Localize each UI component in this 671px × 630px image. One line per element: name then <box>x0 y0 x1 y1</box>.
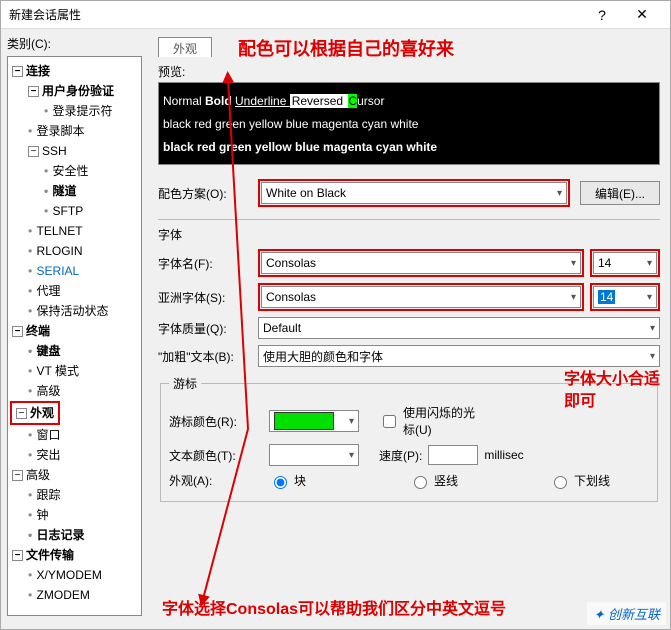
preview-area: Normal Bold Underline Reversed Cursor bl… <box>158 82 660 165</box>
close-button[interactable]: ✕ <box>622 6 662 23</box>
scheme-select[interactable]: White on Black▾ <box>261 182 567 204</box>
tree-telnet[interactable]: TELNET <box>10 221 139 241</box>
cursor-color-label: 游标颜色(R): <box>169 413 269 430</box>
color-swatch <box>274 412 334 430</box>
help-button[interactable]: ? <box>582 7 622 23</box>
annotation-top: 配色可以根据自己的喜好来 <box>238 35 454 61</box>
tree-serial[interactable]: SERIAL <box>10 261 139 281</box>
annotation-right: 字体大小合适即可 <box>564 369 664 413</box>
speed-label: 速度(P): <box>379 447 422 464</box>
tree-window[interactable]: 窗口 <box>10 425 139 445</box>
tree-appearance[interactable]: −外观 <box>10 401 139 425</box>
speed-input[interactable] <box>428 445 478 465</box>
scheme-label: 配色方案(O): <box>158 185 258 202</box>
font-section-label: 字体 <box>158 226 660 243</box>
tree-auth[interactable]: −用户身份验证 <box>10 81 139 101</box>
scheme-edit-button[interactable]: 编辑(E)... <box>580 181 660 205</box>
blink-checkbox[interactable]: 使用闪烁的光标(U) <box>379 404 479 438</box>
tab-appearance[interactable]: 外观 <box>158 37 212 57</box>
tree-filetransfer[interactable]: −文件传输 <box>10 545 139 565</box>
dialog-window: 新建会话属性 ? ✕ 类别(C): −连接 −用户身份验证 登录提示符 登录脚本… <box>0 0 671 630</box>
font-quality-select[interactable]: Default▾ <box>258 317 660 339</box>
tree-xymodem[interactable]: X/YMODEM <box>10 565 139 585</box>
window-title: 新建会话属性 <box>9 6 582 23</box>
category-label: 类别(C): <box>7 35 142 52</box>
tree-keepalive[interactable]: 保持活动状态 <box>10 301 139 321</box>
tree-logging[interactable]: 日志记录 <box>10 525 139 545</box>
tree-sftp[interactable]: SFTP <box>10 201 139 221</box>
titlebar: 新建会话属性 ? ✕ <box>1 1 670 29</box>
radio-block[interactable]: 块 <box>269 472 369 489</box>
tree-tunnel[interactable]: 隧道 <box>10 181 139 201</box>
radio-vline[interactable]: 竖线 <box>409 472 509 489</box>
tree-security[interactable]: 安全性 <box>10 161 139 181</box>
tree-highlight[interactable]: 突出 <box>10 445 139 465</box>
annotation-bottom: 字体选择Consolas可以帮助我们区分中英文逗号 <box>162 595 506 619</box>
bold-text-select[interactable]: 使用大胆的颜色和字体▾ <box>258 345 660 367</box>
asian-font-select[interactable]: Consolas▾ <box>261 286 581 308</box>
tree-login-prompt[interactable]: 登录提示符 <box>10 101 139 121</box>
tree-trace[interactable]: 跟踪 <box>10 485 139 505</box>
font-quality-label: 字体质量(Q): <box>158 320 258 337</box>
asian-font-size-input[interactable]: 14▾ <box>593 286 657 308</box>
font-name-select[interactable]: Consolas▾ <box>261 252 581 274</box>
font-name-label: 字体名(F): <box>158 255 258 272</box>
watermark: ✦ 创新互联 <box>587 602 666 625</box>
tree-advanced[interactable]: −高级 <box>10 465 139 485</box>
tree-bell[interactable]: 钟 <box>10 505 139 525</box>
tree-keyboard[interactable]: 键盘 <box>10 341 139 361</box>
category-tree[interactable]: −连接 −用户身份验证 登录提示符 登录脚本 −SSH 安全性 隧道 SFTP … <box>7 56 142 616</box>
radio-underline[interactable]: 下划线 <box>549 472 649 489</box>
bold-text-label: "加粗"文本(B): <box>158 348 258 365</box>
asian-font-label: 亚洲字体(S): <box>158 289 258 306</box>
font-size-input[interactable]: 14▾ <box>593 252 657 274</box>
tree-proxy[interactable]: 代理 <box>10 281 139 301</box>
tree-advanced-t[interactable]: 高级 <box>10 381 139 401</box>
text-color-label: 文本颜色(T): <box>169 447 269 464</box>
tree-connection[interactable]: −连接 <box>10 61 139 81</box>
speed-unit: millisec <box>484 448 523 462</box>
tree-ssh[interactable]: −SSH <box>10 141 139 161</box>
tree-login-script[interactable]: 登录脚本 <box>10 121 139 141</box>
tree-terminal[interactable]: −终端 <box>10 321 139 341</box>
cursor-appearance-label: 外观(A): <box>169 472 269 489</box>
preview-label: 预览: <box>158 63 660 80</box>
cursor-color-select[interactable]: ▾ <box>269 410 359 432</box>
cursor-legend: 游标 <box>169 375 201 392</box>
tree-rlogin[interactable]: RLOGIN <box>10 241 139 261</box>
text-color-select[interactable]: ▾ <box>269 444 359 466</box>
tree-zmodem[interactable]: ZMODEM <box>10 585 139 605</box>
tree-vtmode[interactable]: VT 模式 <box>10 361 139 381</box>
